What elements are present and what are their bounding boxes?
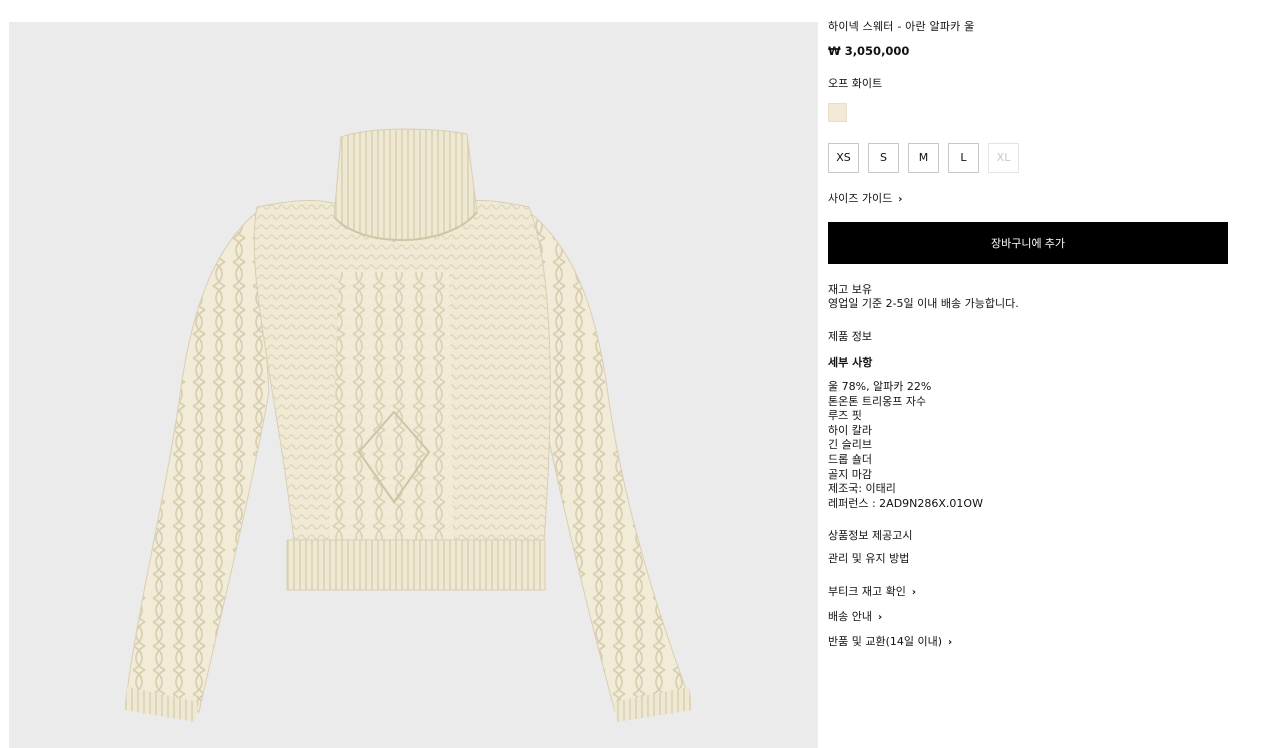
boutique-stock-label: 부티크 재고 확인 <box>828 585 906 599</box>
delivery-info-label: 배송 안내 <box>828 610 872 624</box>
delivery-info-link[interactable]: 배송 안내 › <box>828 610 1228 625</box>
returns-label: 반품 및 교환(14일 이내) <box>828 635 943 649</box>
chevron-right-icon: › <box>898 194 903 205</box>
chevron-right-icon: › <box>948 637 953 649</box>
size-guide-link[interactable]: 사이즈 가이드 › <box>828 192 1228 207</box>
chevron-right-icon: › <box>911 587 916 599</box>
size-option-s[interactable]: S <box>868 143 899 173</box>
details-title: 세부 사항 <box>828 356 873 369</box>
product-title: 하이넥 스웨터 - 아란 알파카 울 <box>828 20 975 33</box>
delivery-note: 영업일 기준 2-5일 이내 배송 가능합니다. <box>828 297 1019 310</box>
size-guide-label: 사이즈 가이드 <box>828 192 893 205</box>
size-option-m[interactable]: M <box>908 143 939 173</box>
details-item: 긴 슬리브 <box>828 438 872 452</box>
size-option-l[interactable]: L <box>948 143 979 173</box>
details-item: 하이 칼라 <box>828 423 872 437</box>
details-item: 골지 마감 <box>828 467 872 481</box>
product-info-label: 제품 정보 <box>828 330 872 343</box>
returns-link[interactable]: 반품 및 교환(14일 이내) › <box>828 635 1228 650</box>
product-price: ₩ 3,050,000 <box>828 44 910 58</box>
color-name: 오프 화이트 <box>828 77 883 90</box>
details-item: 루즈 핏 <box>828 409 862 423</box>
size-option-xs[interactable]: XS <box>828 143 859 173</box>
details-item: 제조국: 이태리 <box>828 482 896 496</box>
details-item: 톤온톤 트리옹프 자수 <box>828 394 927 408</box>
details-item: 드롭 숄더 <box>828 452 872 466</box>
product-info-panel: 하이넥 스웨터 - 아란 알파카 울 ₩ 3,050,000 오프 화이트 XS… <box>828 20 1228 660</box>
stock-info: 재고 보유 영업일 기준 2-5일 이내 배송 가능합니다. <box>828 283 1228 311</box>
boutique-stock-link[interactable]: 부티크 재고 확인 › <box>828 585 1228 600</box>
info-links: 부티크 재고 확인 › 배송 안내 › 반품 및 교환(14일 이내) › <box>828 585 1228 650</box>
details-item: 레퍼런스 : 2AD9N286X.01OW <box>828 496 983 510</box>
product-notice-link[interactable]: 상품정보 제공고시 <box>828 529 1228 543</box>
color-swatch[interactable] <box>828 103 847 122</box>
product-image <box>124 128 693 722</box>
add-to-cart-button[interactable]: 장바구니에 추가 <box>828 222 1228 264</box>
size-option-xl: XL <box>988 143 1019 173</box>
product-image-gallery[interactable] <box>9 22 818 748</box>
details-list: 울 78%, 알파카 22% 톤온톤 트리옹프 자수 루즈 핏 하이 칼라 긴 … <box>828 380 1228 511</box>
details-item: 울 78%, 알파카 22% <box>828 380 932 393</box>
care-link[interactable]: 관리 및 유지 방법 <box>828 552 1228 566</box>
stock-status: 재고 보유 <box>828 283 872 296</box>
size-selector: XS S M L XL <box>828 143 1228 173</box>
chevron-right-icon: › <box>877 612 883 624</box>
